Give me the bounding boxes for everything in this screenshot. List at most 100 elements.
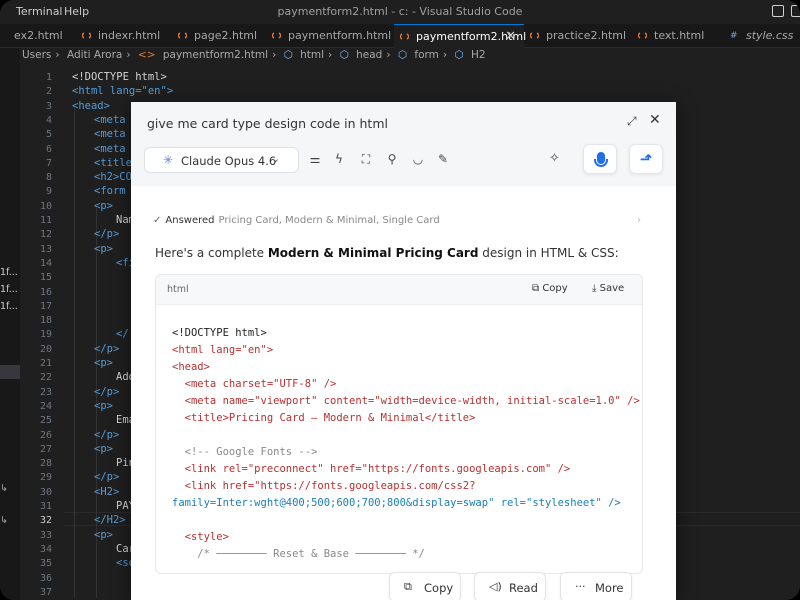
code-line: family=Inter:wght@400;500;600;700;800&di… bbox=[172, 497, 621, 509]
chevron-down-icon: ⌄ bbox=[271, 152, 281, 165]
sparkle-icon: ✳ bbox=[163, 153, 174, 167]
code-line: </p> bbox=[94, 342, 120, 355]
copy-code-button[interactable]: ⧉ Copy bbox=[532, 283, 568, 294]
code-line: </p> bbox=[94, 428, 120, 441]
cube-icon: ⬡ bbox=[397, 49, 408, 61]
cube-icon: ⬡ bbox=[454, 49, 464, 61]
line-number: 11 bbox=[39, 215, 52, 226]
tab-practice2[interactable]: practice2.html bbox=[524, 24, 634, 48]
line-number: 28 bbox=[39, 458, 52, 470]
tab-page2[interactable]: page2.html bbox=[172, 24, 272, 48]
line-number: 7 bbox=[45, 157, 52, 169]
tab-label: style.css bbox=[746, 29, 794, 42]
answered-status[interactable]: ✓ Answered Pricing Card, Modern & Minimal,… bbox=[153, 215, 641, 226]
layout-panel-icon[interactable] bbox=[791, 5, 800, 17]
magic-wand-icon[interactable]: ✧ bbox=[549, 151, 560, 166]
brush-icon[interactable]: ✎ bbox=[436, 152, 450, 166]
title-bar: Terminal Help paymentform2.html - c: - V… bbox=[0, 0, 800, 24]
code-line: <head> bbox=[172, 361, 210, 373]
code-line: <p> bbox=[94, 357, 113, 369]
copy-button[interactable]: ⧉ Copy bbox=[389, 572, 461, 600]
lightning-icon[interactable]: ϟ bbox=[332, 152, 346, 166]
sidebar-file-fragment[interactable]: 1f... bbox=[0, 267, 18, 278]
line-number: 10 bbox=[39, 200, 52, 212]
tab-style-css[interactable]: # style.css bbox=[724, 24, 800, 48]
code-line: <!DOCTYPE html> bbox=[172, 327, 267, 339]
answered-label: Answered bbox=[165, 215, 215, 226]
code-block-header: html ⧉ Copy ⤓ Save bbox=[156, 275, 642, 305]
tab-label: ex2.html bbox=[14, 29, 63, 42]
sidebar-file-fragment[interactable]: 1f... bbox=[0, 301, 18, 312]
code-line: <p> bbox=[94, 528, 113, 541]
close-icon[interactable]: ✕ bbox=[505, 25, 516, 49]
sidebar-arrow-icon[interactable]: ↳ bbox=[0, 483, 8, 494]
html-file-icon bbox=[82, 32, 91, 39]
breadcrumb-item[interactable]: H2 bbox=[471, 49, 486, 61]
breadcrumb-item[interactable]: Users bbox=[22, 49, 51, 61]
breadcrumb-item[interactable]: html bbox=[300, 49, 324, 61]
html-file-icon: <> bbox=[137, 49, 156, 61]
code-line: <html lang="en"> bbox=[172, 344, 274, 356]
tab-ex2[interactable]: ex2.html bbox=[0, 24, 72, 48]
layout-toggle-icon[interactable] bbox=[772, 5, 784, 17]
sliders-icon[interactable]: ⚌ bbox=[308, 152, 322, 166]
microphone-button[interactable] bbox=[583, 144, 617, 174]
answer-intro: Here's a complete Modern & Minimal Prici… bbox=[155, 246, 619, 260]
tab-paymentform[interactable]: paymentform.html bbox=[266, 24, 392, 48]
read-aloud-button[interactable]: ◁) Read bbox=[474, 572, 546, 600]
line-number: 33 bbox=[39, 529, 52, 541]
line-number: 26 bbox=[39, 429, 52, 441]
line-number: 12 bbox=[39, 229, 52, 241]
breadcrumb-item[interactable]: Aditi Arora bbox=[67, 49, 122, 61]
line-number: 14 bbox=[39, 257, 52, 269]
close-icon[interactable]: ✕ bbox=[649, 112, 661, 128]
editor-tabs: ex2.html indexr.html page2.html paymentf… bbox=[0, 24, 800, 48]
expand-icon[interactable]: ⤢ bbox=[627, 114, 637, 129]
tab-label: page2.html bbox=[194, 29, 258, 42]
screenshot-icon[interactable]: ⛶ bbox=[359, 152, 373, 166]
line-number: 29 bbox=[39, 472, 52, 484]
code-line: <link rel="preconnect" href="https://fon… bbox=[172, 463, 571, 475]
chevron-right-icon[interactable]: › bbox=[637, 215, 641, 226]
tab-paymentform2[interactable]: paymentform2.html ✕ bbox=[394, 24, 526, 49]
mask-icon[interactable]: ◡ bbox=[411, 152, 425, 166]
code-line: <!DOCTYPE html> bbox=[72, 71, 167, 83]
cube-icon: ⬡ bbox=[339, 49, 349, 61]
breadcrumb-item[interactable]: head bbox=[356, 49, 382, 61]
code-line: </p> bbox=[94, 471, 120, 484]
chat-header: give me card type design code in html ⤢ … bbox=[131, 102, 676, 186]
model-name: Claude Opus 4.6 bbox=[181, 154, 277, 168]
breadcrumb-item[interactable]: form bbox=[414, 49, 438, 61]
chat-panel: give me card type design code in html ⤢ … bbox=[131, 102, 676, 600]
code-line: <head> bbox=[72, 99, 110, 112]
sidebar-file-fragment[interactable]: 1f... bbox=[0, 284, 18, 295]
vscode-window: Terminal Help paymentform2.html - c: - V… bbox=[0, 0, 800, 600]
copy-icon: ⧉ bbox=[404, 580, 412, 593]
code-line: <meta name="viewport" content="width=dev… bbox=[172, 395, 640, 407]
model-selector[interactable]: ✳ Claude Opus 4.6 ⌄ bbox=[144, 147, 299, 173]
line-number: 30 bbox=[39, 486, 52, 498]
code-line: <meta charset="UTF-8" /> bbox=[172, 378, 337, 390]
code-line: <p> bbox=[94, 199, 113, 212]
copy-icon: ⧉ bbox=[532, 283, 540, 294]
tab-label: text.html bbox=[654, 29, 705, 42]
code-line: <H2> bbox=[94, 485, 120, 498]
prompt-text[interactable]: give me card type design code in html bbox=[147, 116, 388, 131]
code-line: <!-- Google Fonts --> bbox=[172, 446, 318, 458]
attach-icon[interactable]: ⚲ bbox=[385, 152, 399, 166]
tab-text[interactable]: text.html bbox=[632, 24, 724, 48]
more-button[interactable]: ··· More bbox=[560, 572, 632, 600]
sidebar-selected-row[interactable] bbox=[0, 365, 20, 379]
line-number: 16 bbox=[39, 286, 52, 298]
tab-label: practice2.html bbox=[546, 29, 627, 42]
check-icon: ✓ bbox=[153, 215, 162, 226]
save-code-button[interactable]: ⤓ Save bbox=[592, 283, 624, 294]
tab-indexr[interactable]: indexr.html bbox=[76, 24, 186, 48]
send-arrow-icon: ⬏ bbox=[639, 150, 653, 168]
line-number: 24 bbox=[39, 400, 52, 412]
breadcrumb-item[interactable]: paymentform2.html bbox=[163, 49, 268, 61]
code-line: <link href="https://fonts.googleapis.com… bbox=[172, 480, 476, 492]
line-number: 27 bbox=[39, 443, 52, 455]
sidebar-arrow-icon[interactable]: ↳ bbox=[0, 515, 8, 526]
send-button[interactable]: ⬏ bbox=[629, 144, 663, 174]
